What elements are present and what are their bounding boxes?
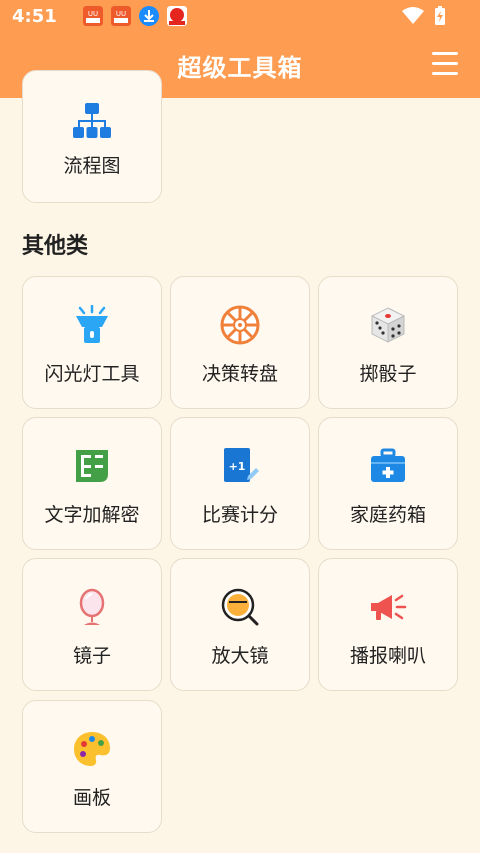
tool-card-megaphone[interactable]: 播报喇叭 xyxy=(318,558,458,691)
tool-label: 放大镜 xyxy=(211,645,269,667)
tool-card-magnifier[interactable]: 放大镜 xyxy=(170,558,310,691)
tool-card-flashlight[interactable]: 闪光灯工具 xyxy=(22,276,162,409)
tool-card-decision-wheel[interactable]: 决策转盘 xyxy=(170,276,310,409)
uu-booster-icon: UU xyxy=(83,6,103,26)
encrypt-icon xyxy=(76,450,108,482)
tool-card-palette[interactable]: 画板 xyxy=(22,700,162,833)
palette-icon xyxy=(74,732,110,766)
tool-card-score[interactable]: +1 比赛计分 xyxy=(170,417,310,550)
tool-label: 决策转盘 xyxy=(201,363,278,385)
tool-label: 比赛计分 xyxy=(201,504,278,526)
tool-card-text-encrypt[interactable]: 文字加解密 xyxy=(22,417,162,550)
megaphone-icon xyxy=(371,594,407,620)
svg-text:UU: UU xyxy=(88,10,98,18)
tool-label: 闪光灯工具 xyxy=(44,363,140,385)
svg-text:+1: +1 xyxy=(229,460,246,473)
svg-text:UU: UU xyxy=(116,10,126,18)
tool-label: 播报喇叭 xyxy=(349,645,426,667)
uu-booster-icon: UU xyxy=(111,6,131,26)
status-time: 4:51 xyxy=(12,6,57,27)
tool-label: 文字加解密 xyxy=(44,504,140,526)
hamburger-menu-icon xyxy=(432,52,458,55)
flashlight-icon xyxy=(76,305,108,343)
tool-card-medicine-box[interactable]: 家庭药箱 xyxy=(318,417,458,550)
flowchart-icon xyxy=(73,103,111,138)
tool-card-flowchart[interactable]: 流程图 xyxy=(22,70,162,203)
mirror-icon xyxy=(79,588,105,625)
notification-icons: UU UU xyxy=(83,6,187,26)
magnifier-icon xyxy=(221,588,259,626)
hamburger-menu-button[interactable] xyxy=(432,52,458,78)
tool-card-dice[interactable]: 掷骰子 xyxy=(318,276,458,409)
tool-label: 掷骰子 xyxy=(359,363,417,385)
tool-card-mirror[interactable]: 镜子 xyxy=(22,558,162,691)
tool-label: 家庭药箱 xyxy=(349,504,426,526)
tool-label: 流程图 xyxy=(63,155,121,177)
section-title: 其他类 xyxy=(22,234,89,259)
score-icon: +1 xyxy=(224,448,259,482)
download-icon xyxy=(139,6,159,26)
tool-label: 镜子 xyxy=(72,645,111,667)
system-icons xyxy=(402,6,446,26)
wheel-icon xyxy=(220,305,260,345)
battery-charging-icon xyxy=(435,6,445,25)
wifi-icon xyxy=(402,7,424,24)
medicine-box-icon xyxy=(371,448,405,482)
red-app-icon xyxy=(167,6,187,26)
dice-icon xyxy=(370,307,406,343)
tool-label: 画板 xyxy=(72,787,111,809)
status-bar: 4:51 UU UU xyxy=(0,0,480,32)
